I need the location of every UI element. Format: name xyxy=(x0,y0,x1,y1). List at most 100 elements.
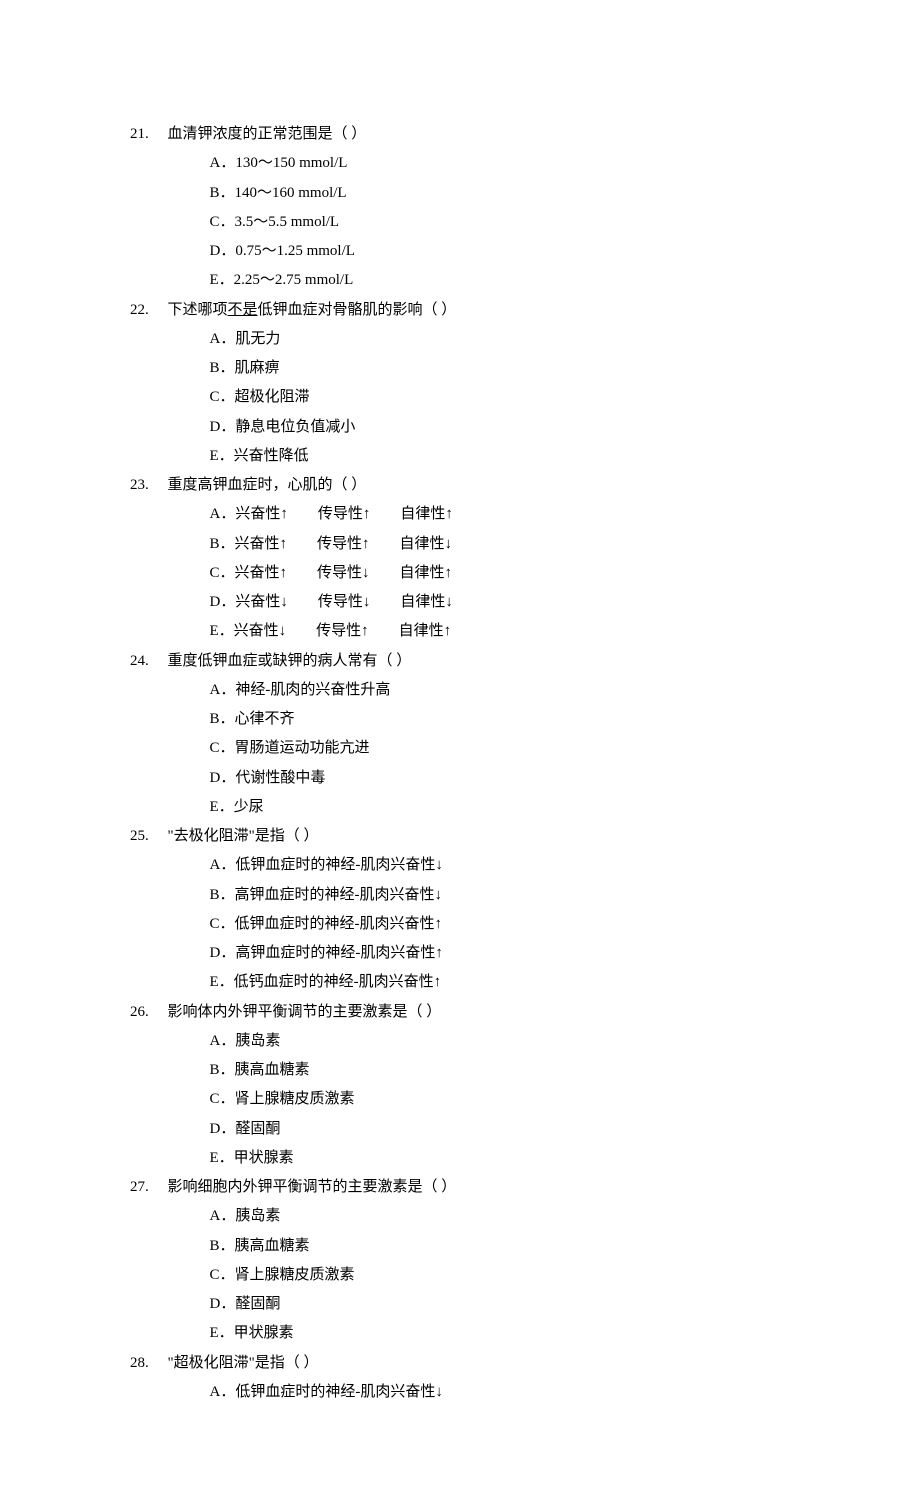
option: B．心律不齐 xyxy=(210,705,791,734)
option-letter: B． xyxy=(210,354,235,383)
option-letter: D． xyxy=(210,939,236,968)
option-letter: A． xyxy=(210,1202,236,1231)
question-number: 24. xyxy=(130,647,168,676)
option-letter: B． xyxy=(210,881,235,910)
option-text: 130～150 mmol/L xyxy=(235,149,347,178)
option-letter: C． xyxy=(210,734,235,763)
question-text: 重度高钾血症时，心肌的（ ） xyxy=(168,471,367,500)
option: E．甲状腺素 xyxy=(210,1144,791,1173)
option-letter: B． xyxy=(210,1056,235,1085)
option-letter: C． xyxy=(210,559,235,588)
option-text: 心律不齐 xyxy=(235,705,295,734)
option-letter: E． xyxy=(210,442,234,471)
underline-text: 不是 xyxy=(228,302,258,318)
question-number: 23. xyxy=(130,471,168,500)
question: 24.重度低钾血症或缺钾的病人常有（ ）A．神经-肌肉的兴奋性升高B．心律不齐C… xyxy=(130,647,790,823)
option-letter: C． xyxy=(210,383,235,412)
option-letter: C． xyxy=(210,1085,235,1114)
option-text: 低钾血症时的神经-肌肉兴奋性↑ xyxy=(235,910,443,939)
option-letter: B． xyxy=(210,179,235,208)
option-letter: D． xyxy=(210,588,236,617)
question-stem: 28."超极化阻滞"是指（ ） xyxy=(130,1349,790,1378)
option: A．神经-肌肉的兴奋性升高 xyxy=(210,676,791,705)
option-text: 醛固酮 xyxy=(235,1115,280,1144)
question: 25."去极化阻滞"是指（ ）A．低钾血症时的神经-肌肉兴奋性↓B．高钾血症时的… xyxy=(130,822,790,998)
question-text: 重度低钾血症或缺钾的病人常有（ ） xyxy=(168,647,412,676)
option: B．胰高血糖素 xyxy=(210,1232,791,1261)
option-letter: A． xyxy=(210,1378,236,1407)
question: 28."超极化阻滞"是指（ ）A．低钾血症时的神经-肌肉兴奋性↓ xyxy=(130,1349,790,1408)
option: D．醛固酮 xyxy=(210,1290,791,1319)
option-text: 140～160 mmol/L xyxy=(235,179,347,208)
option-letter: A． xyxy=(210,325,236,354)
option-text: 低钙血症时的神经-肌肉兴奋性↑ xyxy=(234,968,442,997)
options-list: A．130～150 mmol/LB．140～160 mmol/LC．3.5～5.… xyxy=(130,149,790,295)
option: C．肾上腺糖皮质激素 xyxy=(210,1261,791,1290)
option: A．低钾血症时的神经-肌肉兴奋性↓ xyxy=(210,851,791,880)
option-letter: B． xyxy=(210,705,235,734)
question-number: 22. xyxy=(130,296,168,325)
option-text: 甲状腺素 xyxy=(234,1319,294,1348)
option-letter: D． xyxy=(210,1115,236,1144)
option: C．超极化阻滞 xyxy=(210,383,791,412)
option: A．130～150 mmol/L xyxy=(210,149,791,178)
question-stem: 27.影响细胞内外钾平衡调节的主要激素是（ ） xyxy=(130,1173,790,1202)
options-list: A．胰岛素B．胰高血糖素C．肾上腺糖皮质激素D．醛固酮E．甲状腺素 xyxy=(130,1202,790,1348)
option-letter: E． xyxy=(210,266,234,295)
option-letter: B． xyxy=(210,530,235,559)
option-letter: B． xyxy=(210,1232,235,1261)
question-text: 影响体内外钾平衡调节的主要激素是（ ） xyxy=(168,998,442,1027)
question-stem: 23.重度高钾血症时，心肌的（ ） xyxy=(130,471,790,500)
option-text: 高钾血症时的神经-肌肉兴奋性↓ xyxy=(235,881,443,910)
option-letter: E． xyxy=(210,968,234,997)
options-list: A．胰岛素B．胰高血糖素C．肾上腺糖皮质激素D．醛固酮E．甲状腺素 xyxy=(130,1027,790,1173)
question-number: 27. xyxy=(130,1173,168,1202)
question: 23.重度高钾血症时，心肌的（ ）A．兴奋性↑ 传导性↑ 自律性↑B．兴奋性↑ … xyxy=(130,471,790,647)
question-text: 下述哪项不是低钾血症对骨骼肌的影响（ ） xyxy=(168,296,457,325)
option-letter: A． xyxy=(210,149,236,178)
option: D．醛固酮 xyxy=(210,1115,791,1144)
option: D．代谢性酸中毒 xyxy=(210,764,791,793)
option-text: 兴奋性↑ 传导性↓ 自律性↑ xyxy=(235,559,453,588)
options-list: A．兴奋性↑ 传导性↑ 自律性↑B．兴奋性↑ 传导性↑ 自律性↓C．兴奋性↑ 传… xyxy=(130,500,790,646)
option: E．2.25～2.75 mmol/L xyxy=(210,266,791,295)
option-text: 肾上腺糖皮质激素 xyxy=(235,1085,355,1114)
option: D．高钾血症时的神经-肌肉兴奋性↑ xyxy=(210,939,791,968)
option-text: 胰岛素 xyxy=(235,1202,280,1231)
option-text: 兴奋性↑ 传导性↑ 自律性↓ xyxy=(235,530,453,559)
question-stem: 25."去极化阻滞"是指（ ） xyxy=(130,822,790,851)
option-text: 神经-肌肉的兴奋性升高 xyxy=(235,676,390,705)
option: B．肌麻痹 xyxy=(210,354,791,383)
question-text: "超极化阻滞"是指（ ） xyxy=(168,1349,319,1378)
option: A．胰岛素 xyxy=(210,1202,791,1231)
option: B．高钾血症时的神经-肌肉兴奋性↓ xyxy=(210,881,791,910)
option-letter: E． xyxy=(210,1144,234,1173)
options-list: A．神经-肌肉的兴奋性升高B．心律不齐C．胃肠道运动功能亢进D．代谢性酸中毒E．… xyxy=(130,676,790,822)
option: E．甲状腺素 xyxy=(210,1319,791,1348)
question-stem: 24.重度低钾血症或缺钾的病人常有（ ） xyxy=(130,647,790,676)
option: B．140～160 mmol/L xyxy=(210,179,791,208)
option: C．胃肠道运动功能亢进 xyxy=(210,734,791,763)
option-letter: D． xyxy=(210,1290,236,1319)
option-letter: D． xyxy=(210,764,236,793)
option: B．胰高血糖素 xyxy=(210,1056,791,1085)
option-text: 兴奋性↓ 传导性↓ 自律性↓ xyxy=(235,588,453,617)
option-letter: C． xyxy=(210,1261,235,1290)
question-number: 28. xyxy=(130,1349,168,1378)
option-text: 肌麻痹 xyxy=(235,354,280,383)
option-letter: A． xyxy=(210,500,236,529)
question-number: 25. xyxy=(130,822,168,851)
option: A．低钾血症时的神经-肌肉兴奋性↓ xyxy=(210,1378,791,1407)
option-letter: E． xyxy=(210,617,234,646)
option-text: 兴奋性↑ 传导性↑ 自律性↑ xyxy=(235,500,453,529)
option: E．低钙血症时的神经-肌肉兴奋性↑ xyxy=(210,968,791,997)
option: E．少尿 xyxy=(210,793,791,822)
question-text: 血清钾浓度的正常范围是（ ） xyxy=(168,120,367,149)
option-text: 胰高血糖素 xyxy=(235,1232,310,1261)
option: D．0.75～1.25 mmol/L xyxy=(210,237,791,266)
question-text: 影响细胞内外钾平衡调节的主要激素是（ ） xyxy=(168,1173,457,1202)
option-letter: A． xyxy=(210,851,236,880)
option-text: 胰高血糖素 xyxy=(235,1056,310,1085)
option-text: 肌无力 xyxy=(235,325,280,354)
option-text: 兴奋性↓ 传导性↑ 自律性↑ xyxy=(234,617,452,646)
